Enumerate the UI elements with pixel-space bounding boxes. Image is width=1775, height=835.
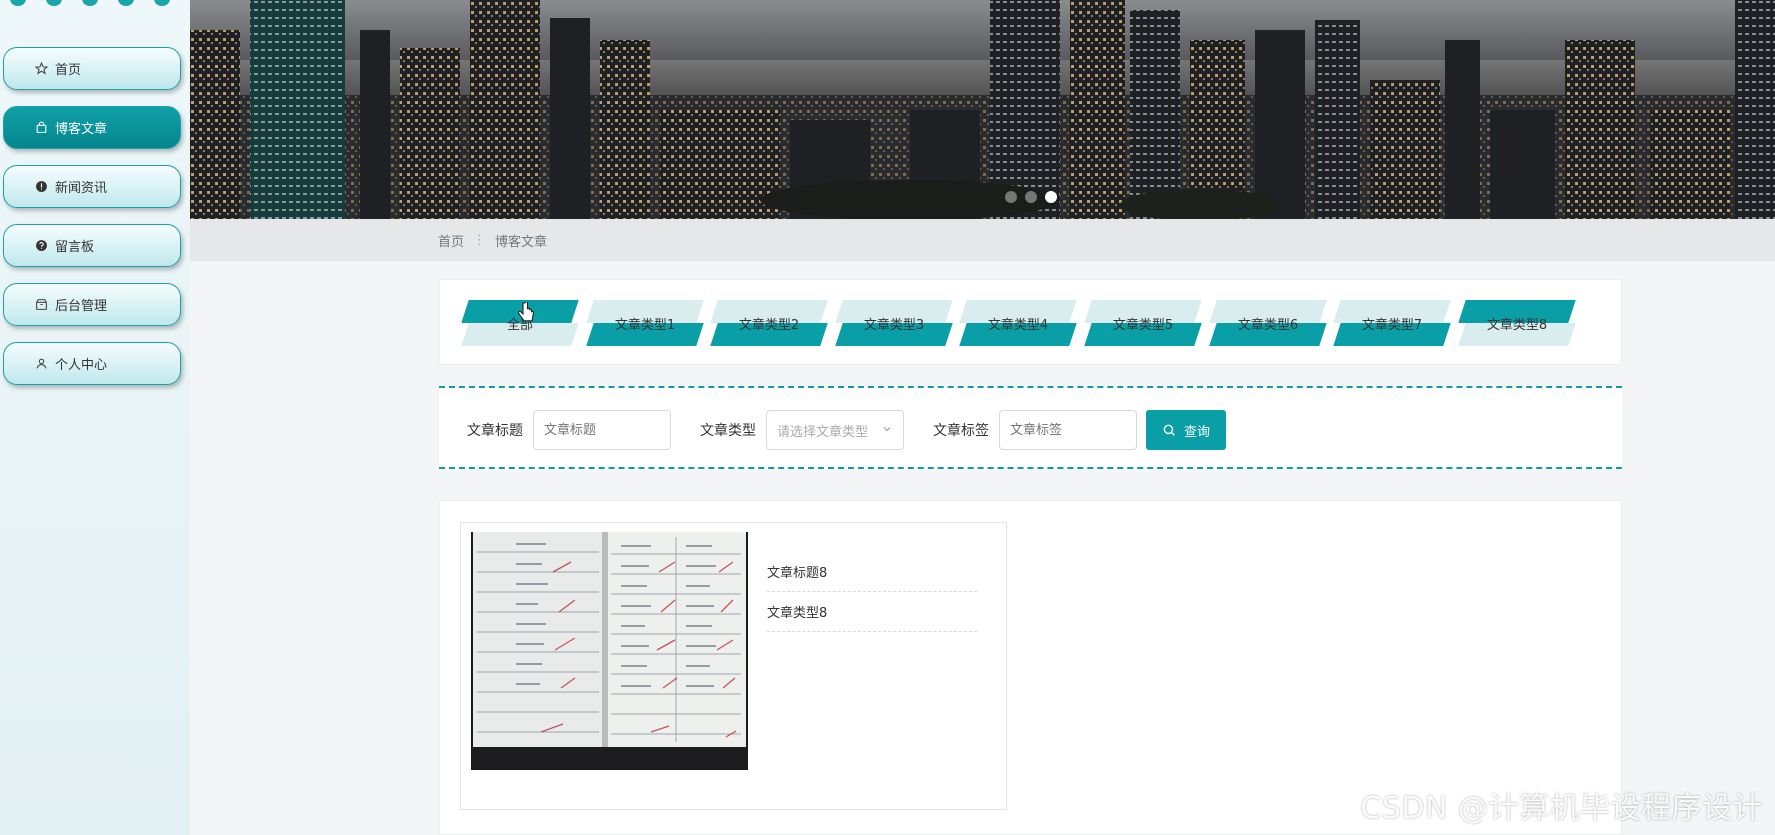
watermark: CSDN @计算机毕设程序设计 — [1360, 791, 1763, 826]
package-icon — [34, 298, 48, 312]
carousel-dot[interactable] — [1025, 191, 1037, 203]
article-card[interactable]: 文章标题8 文章类型8 — [460, 522, 1007, 810]
info-icon — [34, 180, 48, 194]
tab-label: 文章类型6 — [1237, 317, 1299, 333]
chevron-down-icon — [883, 427, 891, 432]
user-icon — [34, 357, 48, 371]
tab-label: 文章类型5 — [1112, 317, 1174, 333]
sidebar-item-admin[interactable]: 后台管理 — [3, 283, 181, 326]
tab-label: 文章类型3 — [863, 317, 925, 333]
query-button-label: 查询 — [1183, 424, 1210, 440]
breadcrumb-home[interactable]: 首页 — [438, 231, 464, 250]
article-type: 文章类型8 — [767, 592, 977, 632]
title-search-input[interactable] — [533, 410, 671, 450]
type-label: 文章类型 — [700, 423, 756, 439]
decoration-dot — [82, 0, 98, 6]
breadcrumb: 首页 ⋮ 博客文章 — [190, 219, 1775, 261]
decoration-dot — [154, 0, 170, 6]
sidebar-top-decoration — [10, 0, 170, 6]
category-tabs: 全部 文章类型1 文章类型2 文章类型3 文章类型4 文章类型5 文章类型6 文… — [439, 279, 1622, 365]
decoration-dot — [118, 0, 134, 6]
carousel-dot-active[interactable] — [1045, 191, 1057, 203]
help-icon — [34, 239, 48, 253]
tab-label: 文章类型1 — [614, 317, 676, 333]
sidebar-item-label: 个人中心 — [55, 358, 108, 373]
bag-icon — [34, 121, 48, 135]
sidebar-item-home[interactable]: 首页 — [3, 47, 181, 90]
tag-search-input[interactable] — [999, 410, 1137, 450]
query-button[interactable]: 查询 — [1146, 410, 1226, 450]
sidebar: 首页 博客文章 新闻资讯 留言板 后台管理 个人中心 — [0, 0, 190, 835]
tab-label: 文章类型2 — [738, 317, 800, 333]
sidebar-item-label: 首页 — [55, 63, 82, 78]
sidebar-item-news[interactable]: 新闻资讯 — [3, 165, 181, 208]
title-label: 文章标题 — [467, 423, 523, 439]
sidebar-item-blog[interactable]: 博客文章 — [3, 106, 181, 149]
tab-type-3[interactable]: 文章类型3 — [835, 300, 953, 346]
tab-label: 文章类型7 — [1361, 317, 1423, 333]
city-skyline-image — [190, 0, 1775, 219]
tab-type-5[interactable]: 文章类型5 — [1084, 300, 1202, 346]
article-title[interactable]: 文章标题8 — [767, 552, 977, 592]
tab-label: 文章类型8 — [1486, 317, 1548, 333]
hand-cursor-icon — [517, 302, 535, 322]
breadcrumb-separator: ⋮ — [473, 232, 487, 248]
tab-type-2[interactable]: 文章类型2 — [710, 300, 828, 346]
search-form: 文章标题 文章类型 请选择文章类型 文章标签 查询 — [439, 386, 1622, 469]
tab-type-7[interactable]: 文章类型7 — [1333, 300, 1451, 346]
tab-type-1[interactable]: 文章类型1 — [586, 300, 704, 346]
decoration-dot — [46, 0, 62, 6]
star-icon — [34, 62, 48, 76]
decoration-dot — [10, 0, 26, 6]
type-select-placeholder: 请选择文章类型 — [777, 424, 869, 440]
notebook-image — [471, 532, 748, 770]
tab-label: 文章类型4 — [987, 317, 1049, 333]
sidebar-item-label: 留言板 — [55, 240, 95, 255]
sidebar-item-guestbook[interactable]: 留言板 — [3, 224, 181, 267]
sidebar-item-label: 新闻资讯 — [55, 181, 108, 196]
carousel-dot[interactable] — [1005, 191, 1017, 203]
sidebar-item-profile[interactable]: 个人中心 — [3, 342, 181, 385]
tag-label: 文章标签 — [933, 423, 989, 439]
search-icon — [1163, 424, 1175, 436]
type-select[interactable]: 请选择文章类型 — [766, 410, 904, 450]
banner-carousel[interactable] — [190, 0, 1775, 219]
sidebar-item-label: 后台管理 — [55, 299, 108, 314]
article-thumbnail[interactable] — [471, 532, 748, 770]
breadcrumb-current: 博客文章 — [495, 234, 548, 250]
tab-type-8[interactable]: 文章类型8 — [1458, 300, 1576, 346]
sidebar-item-label: 博客文章 — [55, 122, 108, 137]
carousel-indicators — [1005, 191, 1057, 203]
tab-type-4[interactable]: 文章类型4 — [959, 300, 1077, 346]
tab-type-6[interactable]: 文章类型6 — [1209, 300, 1327, 346]
